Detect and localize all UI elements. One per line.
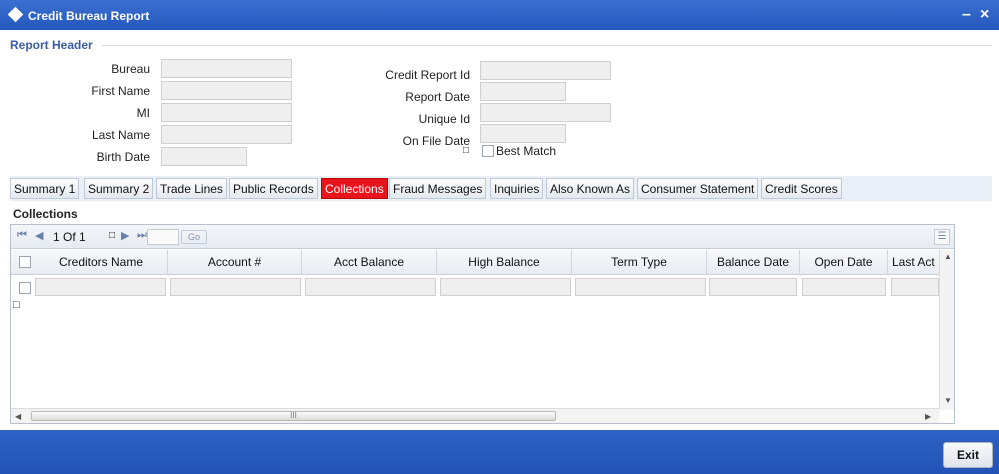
report-date-input[interactable] bbox=[480, 82, 566, 101]
page-number-input[interactable] bbox=[147, 229, 179, 245]
tab-credit-scores[interactable]: Credit Scores bbox=[761, 178, 842, 199]
col-creditors-name[interactable]: Creditors Name bbox=[35, 250, 168, 275]
col-account-number[interactable]: Account # bbox=[168, 250, 302, 275]
last-name-label: Last Name bbox=[91, 128, 150, 142]
cell-account-number[interactable] bbox=[170, 278, 301, 296]
col-last-act[interactable]: Last Act bbox=[888, 250, 939, 275]
select-all-checkbox[interactable] bbox=[19, 256, 31, 268]
grid-header-row: Creditors Name Account # Acct Balance Hi… bbox=[11, 250, 939, 275]
tab-consumer-statement[interactable]: Consumer Statement bbox=[637, 178, 759, 199]
mi-label: MI bbox=[136, 106, 150, 120]
credit-report-id-input[interactable] bbox=[480, 61, 611, 80]
cell-high-balance[interactable] bbox=[440, 278, 571, 296]
bureau-label: Bureau bbox=[111, 62, 150, 76]
unique-id-label: Unique Id bbox=[418, 112, 470, 126]
scroll-down-icon[interactable]: ▼ bbox=[944, 396, 952, 405]
cell-term-type[interactable] bbox=[575, 278, 706, 296]
scroll-right-icon[interactable]: ▶ bbox=[925, 412, 931, 421]
tab-inquiries[interactable]: Inquiries bbox=[490, 178, 544, 199]
grid-toolbar: ⏮ ◀ 1 Of 1 □ ▶ ⏭ Go ☰ bbox=[11, 225, 954, 249]
horizontal-scroll-thumb[interactable]: III bbox=[31, 411, 556, 421]
close-button[interactable]: × bbox=[980, 6, 989, 24]
unique-id-input[interactable] bbox=[480, 103, 611, 122]
footer-bar bbox=[0, 430, 999, 474]
tab-fraud-messages[interactable]: Fraud Messages bbox=[389, 178, 487, 199]
cell-last-act[interactable] bbox=[891, 278, 939, 296]
scroll-left-icon[interactable]: ◀ bbox=[15, 412, 21, 421]
report-date-label: Report Date bbox=[405, 90, 470, 104]
grid-menu-icon[interactable]: ☰ bbox=[934, 229, 950, 245]
cell-acct-balance[interactable] bbox=[305, 278, 436, 296]
on-file-date-input[interactable] bbox=[480, 124, 566, 143]
tab-trade-lines[interactable]: Trade Lines bbox=[156, 178, 227, 199]
best-match-glyph: □ bbox=[462, 145, 469, 156]
grid-horizontal-scrollbar[interactable]: ◀ III ▶ bbox=[11, 408, 939, 423]
exit-button[interactable]: Exit bbox=[943, 442, 993, 468]
collections-section-title: Collections bbox=[13, 207, 78, 221]
bureau-input[interactable] bbox=[161, 59, 292, 78]
empty-row-glyph: □ bbox=[13, 299, 20, 311]
cell-open-date[interactable] bbox=[802, 278, 886, 296]
col-acct-balance[interactable]: Acct Balance bbox=[302, 250, 437, 275]
cell-creditors-name[interactable] bbox=[35, 278, 166, 296]
tab-summary-1[interactable]: Summary 1 bbox=[10, 178, 80, 199]
first-name-label: First Name bbox=[91, 84, 150, 98]
credit-report-id-label: Credit Report Id bbox=[385, 68, 470, 82]
first-page-icon[interactable]: ⏮ bbox=[17, 229, 27, 242]
table-row bbox=[11, 276, 939, 298]
tab-also-known-as[interactable]: Also Known As bbox=[546, 178, 635, 199]
report-header-legend: Report Header bbox=[10, 38, 97, 52]
on-file-date-label: On File Date bbox=[402, 134, 470, 148]
best-match-checkbox[interactable] bbox=[482, 145, 494, 157]
first-name-input[interactable] bbox=[161, 81, 292, 100]
col-term-type[interactable]: Term Type bbox=[572, 250, 707, 275]
collections-grid: ⏮ ◀ 1 Of 1 □ ▶ ⏭ Go ☰ Creditors Name Acc… bbox=[10, 224, 955, 424]
tab-collections[interactable]: Collections bbox=[321, 178, 388, 199]
col-open-date[interactable]: Open Date bbox=[800, 250, 888, 275]
window-title-bar: Credit Bureau Report – × bbox=[0, 0, 999, 30]
report-tab-bar: Summary 1 Summary 2 Trade Lines Public R… bbox=[10, 176, 992, 201]
prev-page-icon[interactable]: ◀ bbox=[35, 229, 43, 242]
app-diamond-icon bbox=[7, 6, 24, 23]
birth-date-input[interactable] bbox=[161, 147, 247, 166]
col-balance-date[interactable]: Balance Date bbox=[707, 250, 800, 275]
go-button[interactable]: Go bbox=[181, 230, 207, 244]
window-title: Credit Bureau Report bbox=[28, 9, 150, 23]
cell-balance-date[interactable] bbox=[709, 278, 797, 296]
last-name-input[interactable] bbox=[161, 125, 292, 144]
tab-summary-2[interactable]: Summary 2 bbox=[84, 178, 154, 199]
report-header-divider bbox=[102, 45, 992, 46]
col-high-balance[interactable]: High Balance bbox=[437, 250, 572, 275]
next-page-icon[interactable]: ▶ bbox=[121, 229, 129, 242]
birth-date-label: Birth Date bbox=[96, 150, 150, 164]
row-select-checkbox[interactable] bbox=[19, 282, 31, 294]
grid-vertical-scrollbar[interactable]: ▲ ▼ bbox=[939, 250, 954, 410]
page-indicator: 1 Of 1 bbox=[53, 230, 86, 244]
minimize-button[interactable]: – bbox=[962, 6, 971, 24]
tab-public-records[interactable]: Public Records bbox=[229, 178, 318, 199]
mi-input[interactable] bbox=[161, 103, 292, 122]
page-box-glyph: □ bbox=[109, 230, 116, 241]
best-match-label: Best Match bbox=[496, 144, 557, 158]
scroll-up-icon[interactable]: ▲ bbox=[944, 252, 952, 261]
last-page-icon[interactable]: ⏭ bbox=[137, 229, 147, 242]
